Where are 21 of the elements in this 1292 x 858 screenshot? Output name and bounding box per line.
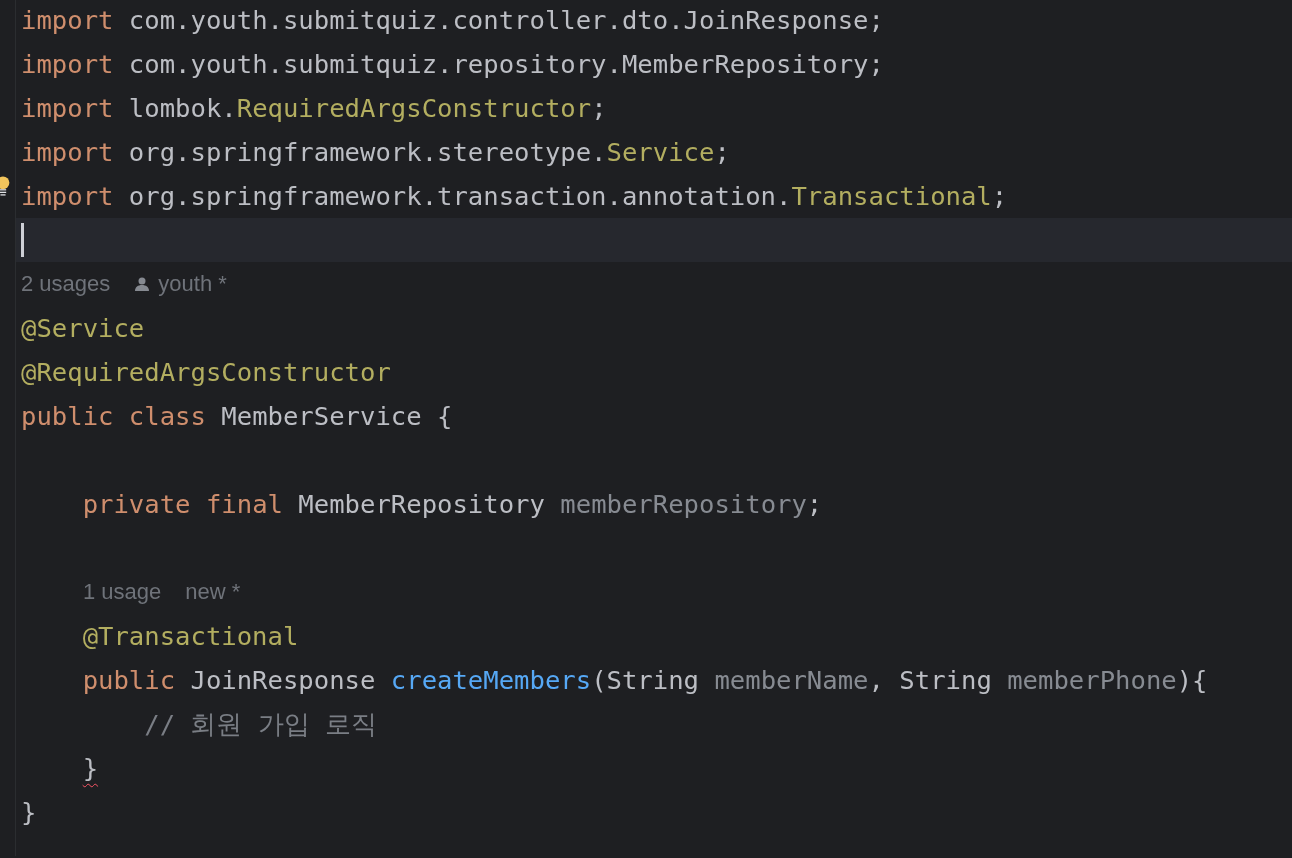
code-line: private final MemberRepository memberRepository; (82, 489, 823, 519)
code-line: public JoinResponse createMembers(String memberName, String memberPhone){ (82, 665, 1208, 695)
code-line: } (82, 753, 99, 783)
code-line: import com.youth.submitquiz.repository.MemberRepository; (21, 49, 884, 79)
code-line: } (21, 797, 37, 827)
code-line: // 회원 가입 로직 (144, 707, 378, 741)
author-hint[interactable]: youth * (158, 271, 227, 297)
author-hint[interactable]: new * (185, 579, 241, 605)
code-line: import org.springframework.stereotype.Service; (21, 137, 730, 167)
lightbulb-icon[interactable] (0, 176, 10, 196)
usages-hint[interactable]: 1 usage (83, 579, 162, 605)
code-line: public class MemberService { (21, 401, 453, 431)
code-line: @Transactional (82, 621, 299, 651)
code-line: import org.springframework.transaction.annotation.Transactional; (21, 181, 1008, 211)
usages-hint[interactable]: 2 usages (21, 271, 111, 297)
code-line: @RequiredArgsConstructor (21, 357, 391, 387)
code-line: @Service (21, 313, 145, 343)
text-caret (21, 223, 24, 257)
code-line: import com.youth.submitquiz.controller.dto.JoinResponse; (21, 5, 884, 35)
person-icon (134, 276, 151, 292)
code-line: import lombok.RequiredArgsConstructor; (21, 93, 607, 123)
